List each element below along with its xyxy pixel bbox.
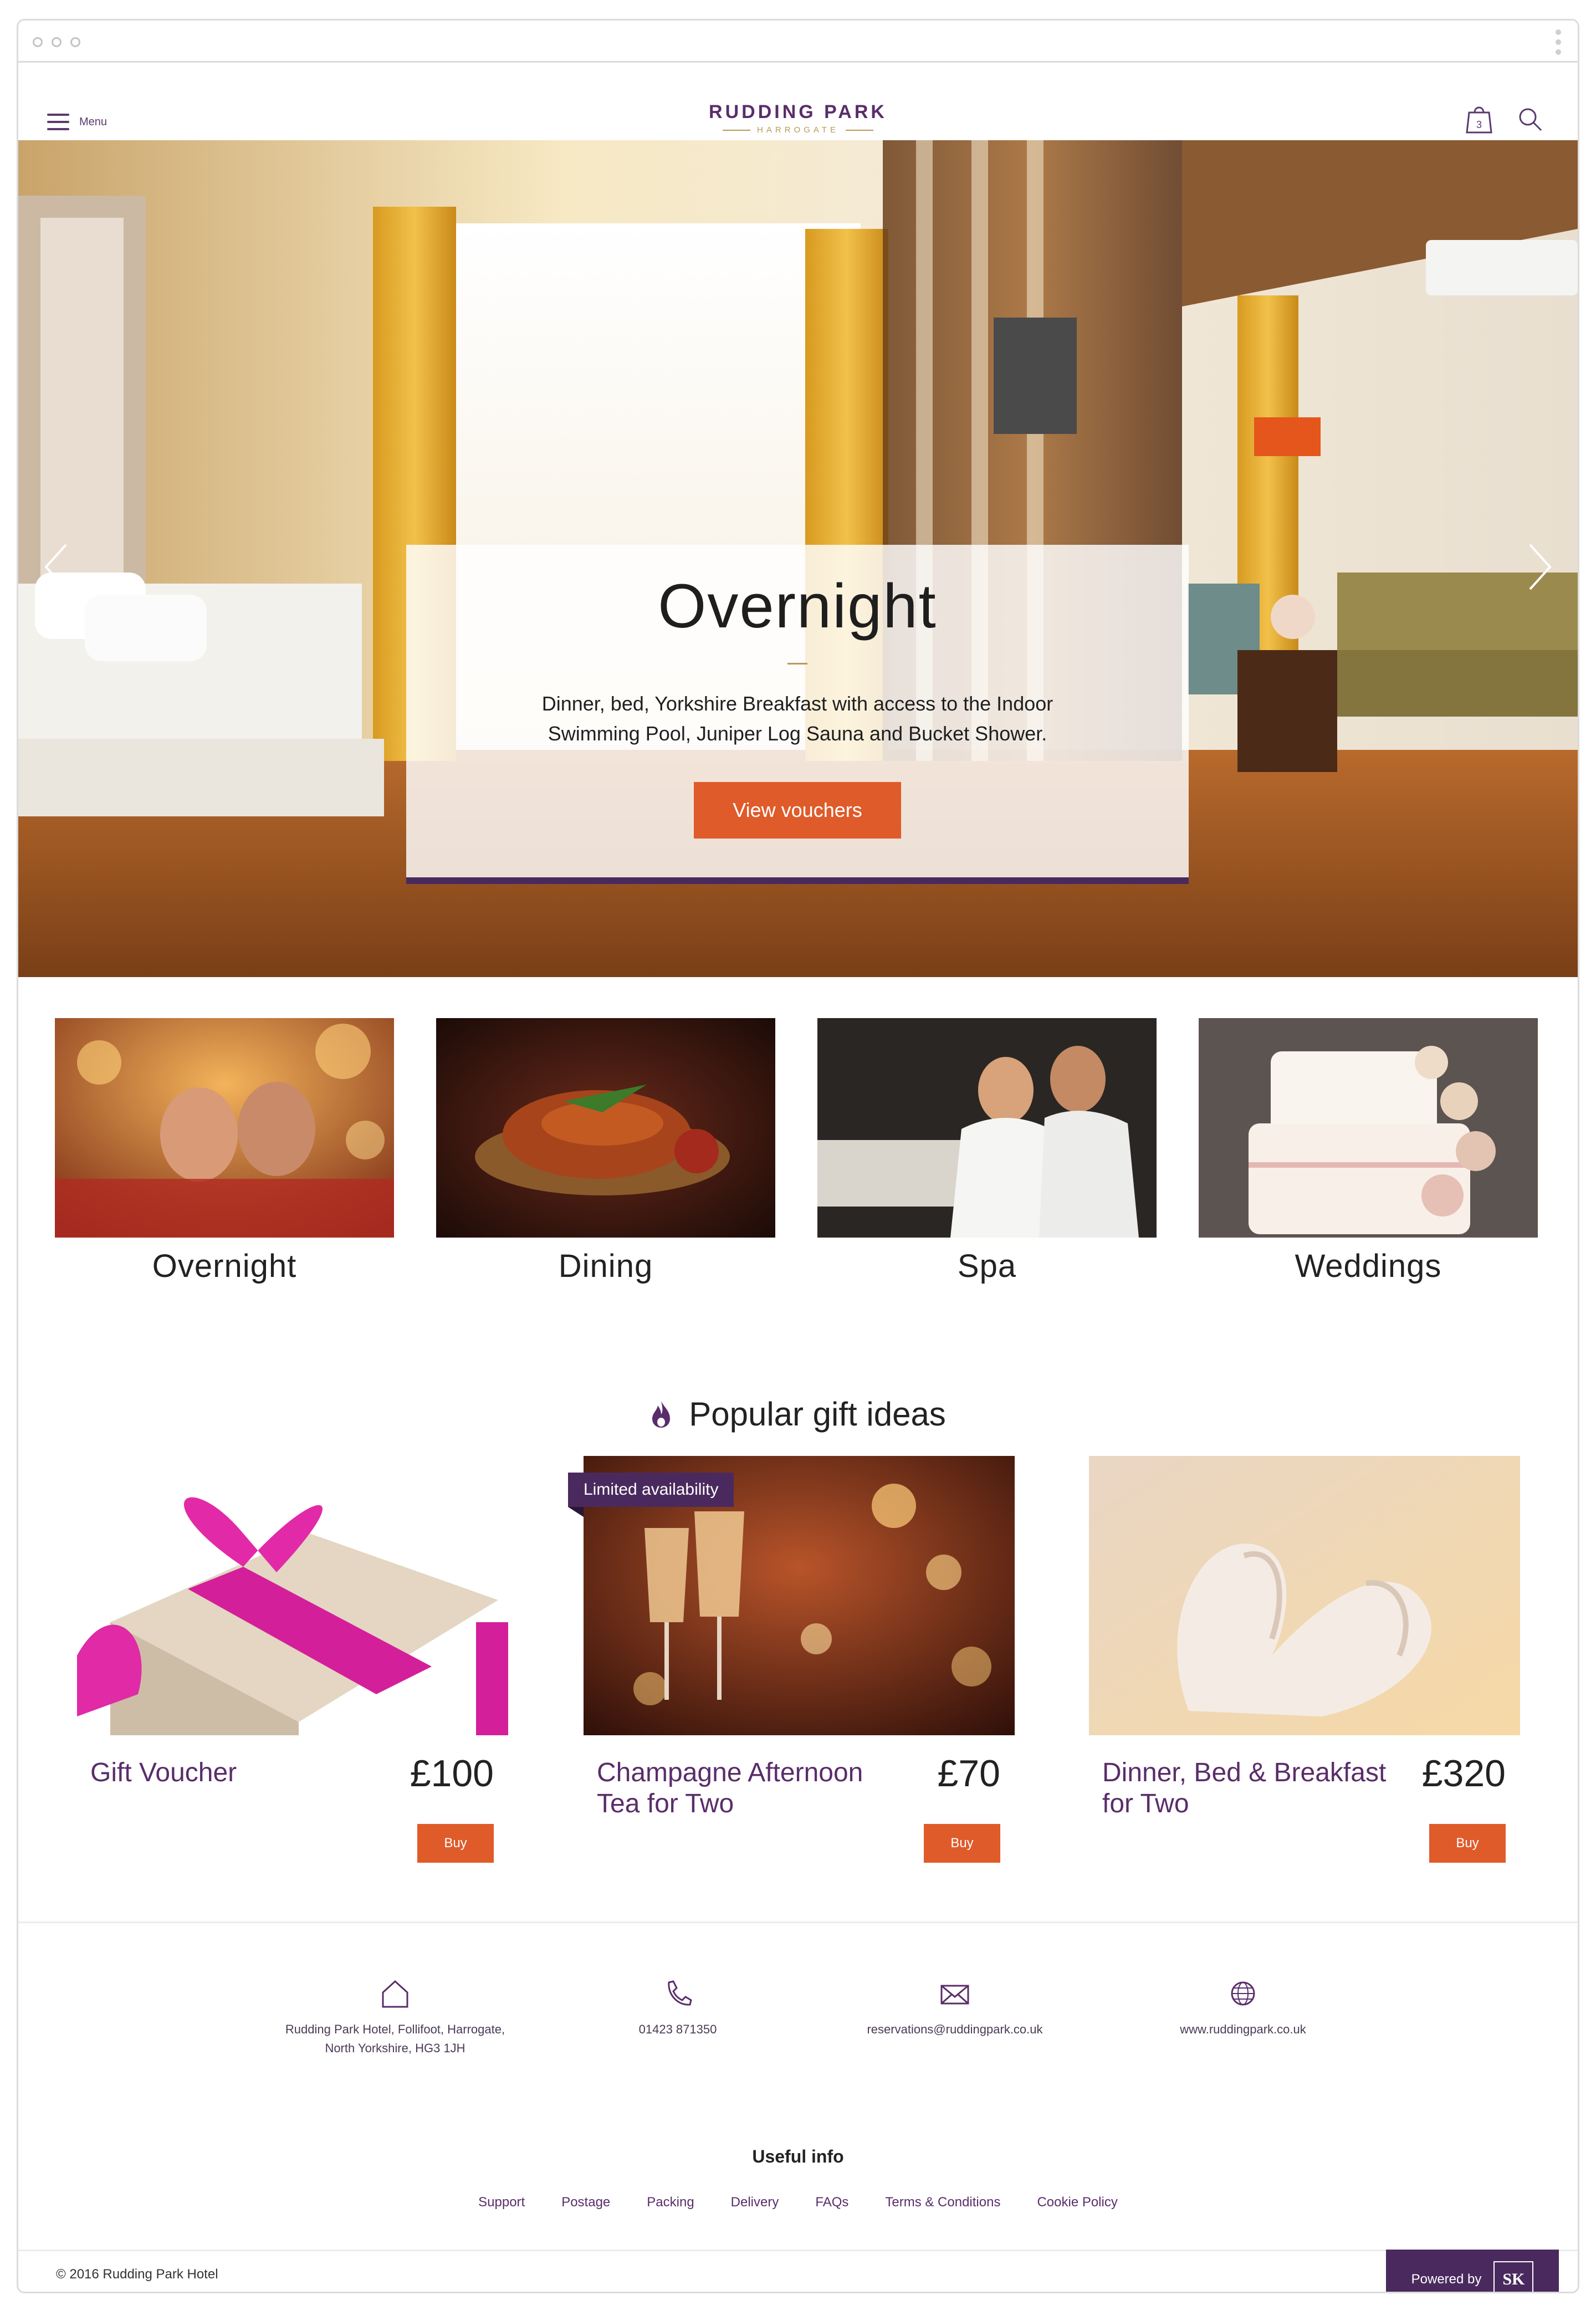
category-weddings[interactable]: Weddings [1199, 1018, 1538, 1285]
email-link[interactable]: reservations@ruddingpark.co.uk [838, 2020, 1071, 2039]
contact-website: www.ruddingpark.co.uk [1149, 1977, 1337, 2039]
limited-availability-badge: Limited availability [568, 1473, 734, 1517]
useful-info-title: Useful info [752, 2146, 844, 2166]
category-label: Weddings [1295, 1248, 1442, 1284]
product-price: £320 [1421, 1752, 1506, 1795]
address-line-1: Rudding Park Hotel, Follifoot, Harrogate… [285, 2022, 505, 2036]
category-spa[interactable]: Spa [817, 1018, 1157, 1285]
kebab-menu-icon[interactable] [1556, 29, 1561, 59]
hero-caption-card: Overnight Dinner, bed, Yorkshire Breakfa… [406, 545, 1189, 884]
footer-link-packing[interactable]: Packing [647, 2195, 694, 2210]
hero-prev-arrow-icon[interactable] [40, 539, 74, 595]
category-dining-image [436, 1018, 775, 1238]
powered-by-label: Powered by [1411, 2272, 1482, 2287]
footer-link-postage[interactable]: Postage [561, 2195, 610, 2210]
product-image[interactable] [1089, 1456, 1520, 1735]
window-dot-icon[interactable] [33, 37, 43, 47]
product-name[interactable]: Gift Voucher [90, 1757, 401, 1788]
phone-icon [661, 1977, 694, 2010]
product-name[interactable]: Dinner, Bed & Breakfast for Two [1102, 1757, 1413, 1819]
envelope-icon [938, 1977, 971, 2010]
contact-email: reservations@ruddingpark.co.uk [838, 1977, 1071, 2039]
useful-info-links: Support Postage Packing Delivery FAQs Te… [18, 2195, 1578, 2210]
view-vouchers-button[interactable]: View vouchers [694, 782, 901, 839]
flame-icon [652, 1401, 671, 1428]
search-icon[interactable] [1516, 104, 1544, 135]
category-dining[interactable]: Dining [436, 1018, 775, 1285]
footer-bar: © 2016 Rudding Park Hotel [18, 2250, 1578, 2292]
powered-by-badge[interactable]: Powered by SK [1386, 2250, 1559, 2292]
category-spa-image [817, 1018, 1157, 1238]
buy-button[interactable]: Buy [417, 1824, 494, 1863]
copyright-text: © 2016 Rudding Park Hotel [56, 2267, 218, 2282]
logo-sub: HARROGATE [709, 125, 887, 135]
browser-chrome-bar [18, 21, 1578, 63]
phone-number[interactable]: 01423 871350 [595, 2020, 761, 2039]
popular-title: Popular gift ideas [689, 1396, 946, 1433]
footer-link-delivery[interactable]: Delivery [731, 2195, 779, 2210]
site-logo[interactable]: RUDDING PARK HARROGATE [709, 101, 887, 135]
product-card: Limited availability Champagne Afternoon… [568, 1456, 1015, 1863]
product-price: £100 [410, 1752, 494, 1795]
hero-carousel: Overnight Dinner, bed, Yorkshire Breakfa… [18, 140, 1578, 977]
product-grid: Gift Voucher £100 Buy Limited availabili… [18, 1456, 1578, 1866]
product-card: Gift Voucher £100 Buy [77, 1456, 508, 1863]
window-dot-icon[interactable] [70, 37, 80, 47]
logo-main-text: RUDDING PARK [709, 101, 887, 122]
section-divider [18, 1921, 1578, 1923]
home-icon [378, 1977, 412, 2010]
hero-divider [787, 663, 807, 665]
sk-logo: SK [1493, 2261, 1534, 2292]
footer-link-terms[interactable]: Terms & Conditions [885, 2195, 1000, 2210]
shopping-bag-icon[interactable]: 3 [1465, 104, 1493, 135]
category-overnight-image [55, 1018, 394, 1238]
footer-link-cookie-policy[interactable]: Cookie Policy [1037, 2195, 1117, 2210]
useful-info: Useful info Support Postage Packing Deli… [18, 2146, 1578, 2210]
product-price: £70 [937, 1752, 1000, 1795]
hero-next-arrow-icon[interactable] [1522, 539, 1556, 595]
logo-sub-text: HARROGATE [757, 125, 839, 135]
category-tiles: Overnight Dining Spa Weddings [55, 1018, 1551, 1306]
hero-title: Overnight [658, 571, 937, 641]
hero-description: Dinner, bed, Yorkshire Breakfast with ac… [541, 692, 1053, 745]
product-card: Dinner, Bed & Breakfast for Two £320 Buy [1089, 1456, 1520, 1863]
window-dot-icon[interactable] [52, 37, 62, 47]
footer-link-support[interactable]: Support [478, 2195, 525, 2210]
header-icons: 3 [1465, 104, 1544, 135]
globe-icon [1226, 1977, 1260, 2010]
contact-phone: 01423 871350 [595, 1977, 761, 2039]
buy-button[interactable]: Buy [1429, 1824, 1506, 1863]
category-label: Overnight [152, 1248, 297, 1284]
category-overnight[interactable]: Overnight [55, 1018, 394, 1285]
menu-label: Menu [79, 115, 108, 128]
category-label: Spa [957, 1248, 1017, 1284]
website-link[interactable]: www.ruddingpark.co.uk [1149, 2020, 1337, 2039]
product-name[interactable]: Champagne Afternoon Tea for Two [597, 1757, 907, 1819]
address-line-2: North Yorkshire, HG3 1JH [325, 2041, 466, 2055]
browser-window: Menu RUDDING PARK HARROGATE 3 Overnight … [17, 19, 1579, 2293]
category-weddings-image [1199, 1018, 1538, 1238]
popular-heading: Popular gift ideas [18, 1395, 1578, 1433]
footer-link-faqs[interactable]: FAQs [815, 2195, 848, 2210]
buy-button[interactable]: Buy [924, 1824, 1000, 1863]
product-image[interactable] [77, 1456, 508, 1735]
contact-address: Rudding Park Hotel, Follifoot, Harrogate… [251, 1977, 539, 2058]
product-image[interactable]: Limited availability [568, 1456, 1015, 1735]
cart-count: 3 [1476, 119, 1482, 130]
menu-button[interactable]: Menu [47, 114, 107, 130]
category-label: Dining [558, 1248, 653, 1284]
hamburger-icon [47, 114, 69, 130]
